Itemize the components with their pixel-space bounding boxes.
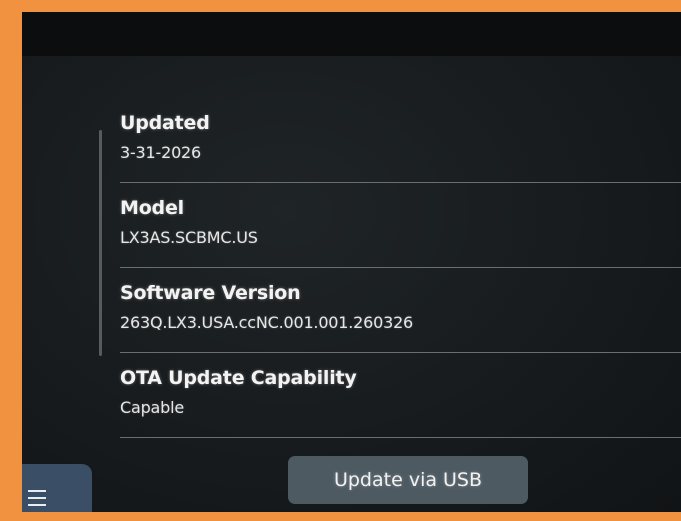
ota-capability-value: Capable xyxy=(120,398,184,417)
software-version-label: Software Version xyxy=(120,282,301,304)
ota-capability-label: OTA Update Capability xyxy=(120,367,357,389)
software-version-value: 263Q.LX3.USA.ccNC.001.001.260326 xyxy=(120,313,414,332)
update-via-usb-button[interactable]: Update via USB xyxy=(288,456,528,504)
updated-value: 3-31-2026 xyxy=(120,143,202,162)
info-row-updated: Updated 3-31-2026 xyxy=(120,112,681,162)
row-divider xyxy=(120,182,681,183)
info-row-software-version: Software Version 263Q.LX3.USA.ccNC.001.0… xyxy=(120,282,681,332)
photo-frame: Updated 3-31-2026 Model LX3AS.SCBMC.US S… xyxy=(0,0,681,521)
row-divider xyxy=(120,352,681,353)
model-value: LX3AS.SCBMC.US xyxy=(120,228,258,247)
updated-label: Updated xyxy=(120,112,210,134)
scrollbar[interactable] xyxy=(99,130,102,356)
menu-icon xyxy=(28,490,46,511)
model-label: Model xyxy=(120,197,184,219)
row-divider xyxy=(120,437,681,438)
menu-button[interactable] xyxy=(22,464,92,512)
display-top-band xyxy=(22,12,681,56)
vehicle-display: Updated 3-31-2026 Model LX3AS.SCBMC.US S… xyxy=(22,12,681,512)
info-row-ota-capability: OTA Update Capability Capable xyxy=(120,367,681,417)
info-row-model: Model LX3AS.SCBMC.US xyxy=(120,197,681,247)
row-divider xyxy=(120,267,681,268)
